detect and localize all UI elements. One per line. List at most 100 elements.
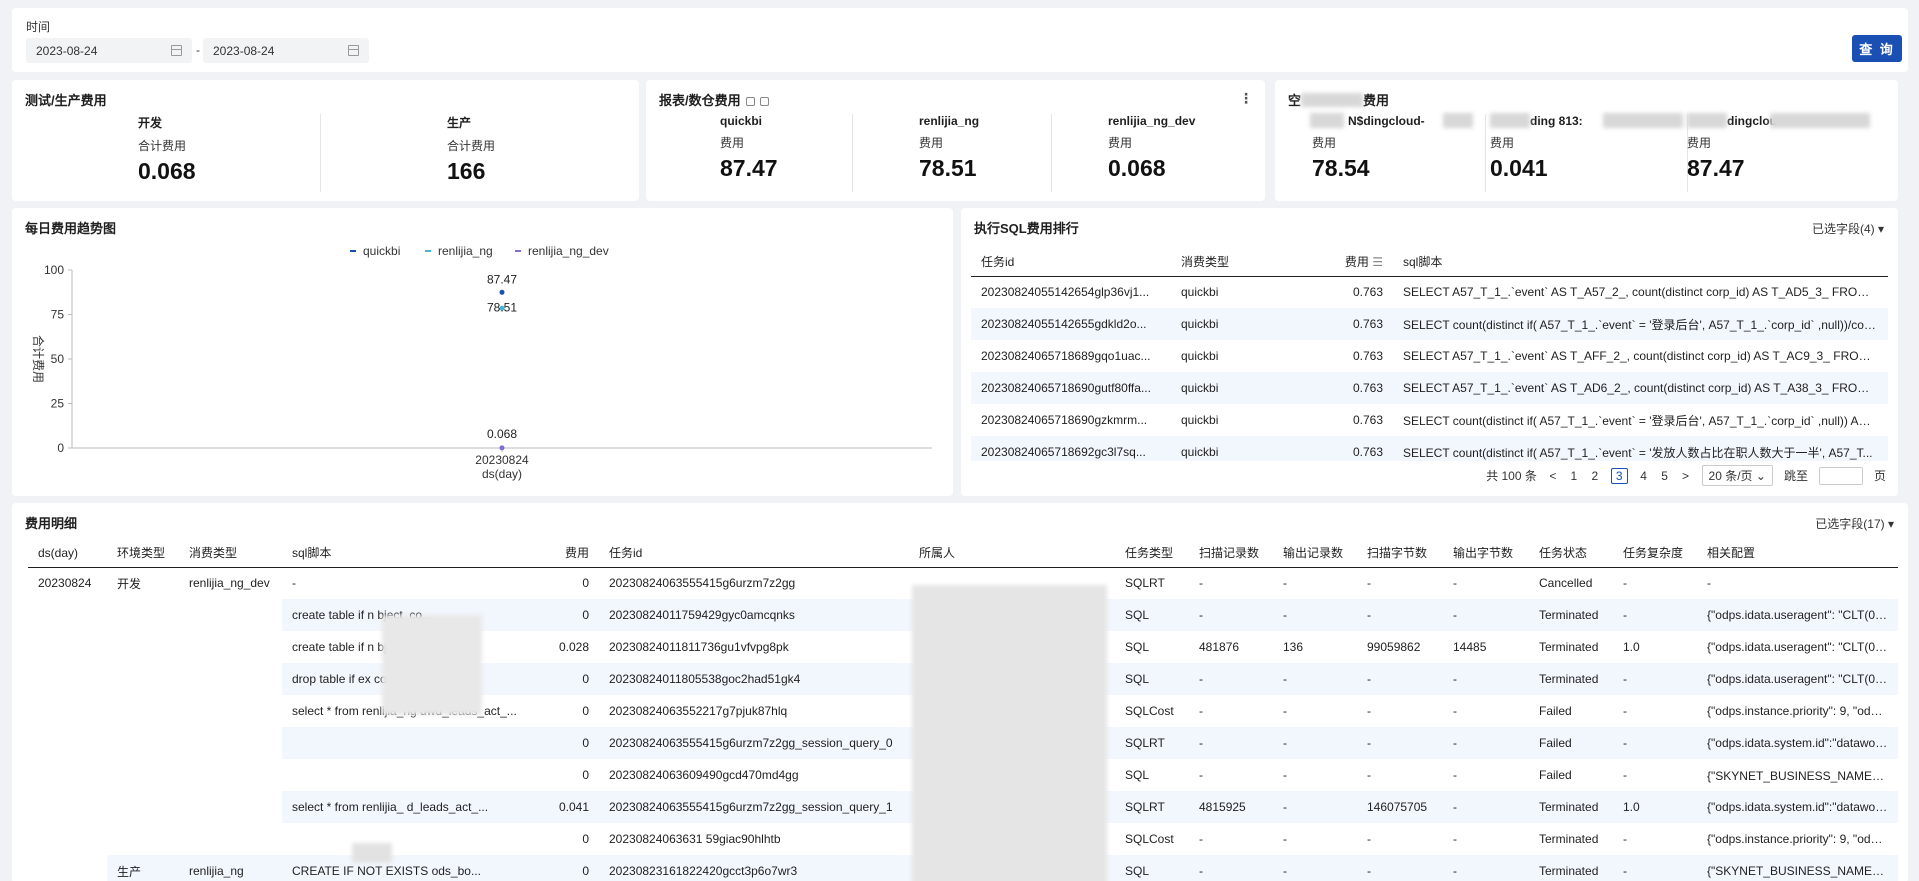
ranking-table-wrapper[interactable]: 任务id 消费类型 费用 ☰ sql脚本 20230824055142654gl… [971,248,1888,461]
pagination-page-2[interactable]: 2 [1590,469,1600,483]
column-header[interactable]: 任务id [971,248,1171,277]
table-cell: SQLRT [1115,727,1189,759]
column-header[interactable]: 消费类型 [179,539,282,568]
field-select-dropdown[interactable]: 已选字段(4) ▾ [1812,220,1884,237]
column-header[interactable]: 任务类型 [1115,539,1189,568]
caret-down-icon: ▾ [1877,222,1884,236]
column-header[interactable]: 相关配置 [1697,539,1898,568]
table-cell: {"odps.idata.useragent": "CLT(0.43... [1697,663,1898,695]
query-button[interactable]: 查 询 [1852,35,1902,62]
table-row[interactable]: 20230824065718689gqo1uac... quickbi 0.763 S… [971,340,1888,372]
column-header[interactable]: sql脚本 [282,539,539,568]
table-cell: quickbi [1171,436,1303,461]
legend-label[interactable]: renlijia_ng_dev [528,244,609,258]
end-date-input[interactable]: 2023-08-24 [203,38,369,63]
table-cell: {"odps.idata.useragent": "CLT(0.43... [1707,640,1898,654]
y-axis-title: 合计费用 [31,335,46,383]
pagination-prev-button[interactable]: < [1548,469,1558,483]
column-header[interactable]: 任务id [599,539,909,568]
column-header[interactable]: sql脚本 [1393,248,1888,277]
daily-cost-trend-chart: quickbi renlijia_ng renlijia_ng_dev 0 25 50 7… [31,244,932,481]
column-header[interactable]: 环境类型 [107,539,179,568]
page-size-select[interactable]: 20 条/页 ⌄ [1701,465,1773,486]
table-cell [28,759,107,791]
table-row[interactable]: 20230824055142655gdkld2o... quickbi 0.763 S… [971,308,1888,340]
table-cell: quickbi [1181,285,1219,300]
table-cell: - [1189,663,1273,695]
table-cell [28,599,107,631]
table-cell: 20230824063609490gcd470md4gg [609,768,799,782]
table-cell: Failed [1539,768,1572,782]
column-header[interactable]: ds(day) [28,539,107,568]
account-cost-title: 空 费用 [1288,90,1389,109]
table-row[interactable]: 20230824065718690gutf80ffa... quickbi 0.76… [971,372,1888,404]
table-cell: SQLRT [1115,791,1189,823]
table-cell: SQLCost [1125,704,1174,718]
table-cell [179,791,282,823]
column-header[interactable]: 任务复杂度 [1613,539,1697,568]
table-cell [28,631,107,663]
table-cell: 20230824063555415g6urzm7z2gg [609,576,796,591]
redacted-block [1490,113,1530,128]
date-separator: - [196,43,200,57]
table-cell: 20230824065718690gzkmrm... [981,413,1148,427]
metric-name: 开发 [138,116,163,130]
table-cell: quickbi [1181,413,1219,427]
table-cell: - [1623,768,1627,782]
column-header[interactable]: 输出字节数 [1443,539,1529,568]
table-row[interactable]: 20230824055142654glp36vj1... quickbi 0.763… [971,276,1888,308]
data-point[interactable] [499,445,505,451]
metric-prod: 生产 合计费用 166 [447,114,495,185]
column-header[interactable]: 扫描记录数 [1189,539,1273,568]
table-row[interactable]: 20230824065718692gc3l7sq... quickbi 0.763 S… [971,436,1888,461]
column-header[interactable]: 所属人 [909,539,1115,568]
column-header[interactable]: 消费类型 [1171,248,1303,277]
metric-name: 生产 [447,116,472,130]
table-cell: 0.763 [1303,372,1393,404]
column-header[interactable]: 费用 [539,539,599,568]
table-cell: - [1273,855,1357,881]
start-date-input[interactable]: 2023-08-24 [26,38,192,63]
column-header[interactable]: 任务状态 [1529,539,1613,568]
metric-label: 费用 [1490,136,1515,150]
metric-quickbi: quickbi 费用 87.47 [720,114,778,182]
redacted-block [352,843,392,863]
caret-down-icon: ▾ [1887,517,1894,531]
table-cell: - [1199,704,1203,718]
daily-cost-trend-card: 每日费用趋势图 quickbi renlijia_ng renlijia_ng_de… [12,208,953,496]
pagination-page-4[interactable]: 4 [1639,469,1649,483]
account-cost-title-prefix: 空 [1288,93,1302,108]
legend-label[interactable]: renlijia_ng [438,244,493,258]
data-point[interactable] [499,289,505,295]
table-cell: 146075705 [1357,791,1443,823]
table-cell: - [1199,576,1203,591]
table-cell [28,855,107,881]
jump-page-input[interactable] [1818,466,1863,485]
table-cell: {"SKYNET_BUSINESS_NAME": "人... [1707,768,1898,783]
table-row[interactable]: 20230824065718690gzkmrm... quickbi 0.763 SE… [971,404,1888,436]
table-cell: Failed [1539,704,1572,718]
table-cell [107,631,179,663]
table-cell: - [1367,576,1371,591]
pagination-page-3[interactable]: 3 [1610,467,1628,484]
table-cell: - [1283,704,1287,718]
table-header-row: 任务id 消费类型 费用 ☰ sql脚本 [971,248,1888,277]
more-options-icon[interactable]: ⋮ [1239,90,1253,107]
sort-icon[interactable]: ☰ [1372,255,1383,269]
column-header[interactable]: 输出记录数 [1273,539,1357,568]
pagination-page-5[interactable]: 5 [1660,469,1670,483]
metric-label: 费用 [1312,136,1337,150]
field-select-dropdown[interactable]: 已选字段(17) ▾ [1815,515,1894,532]
legend-label[interactable]: quickbi [363,244,400,258]
column-header[interactable]: 费用 ☰ [1303,248,1393,277]
copy-icon[interactable] [759,97,769,106]
x-tick-label: 20230824 [475,453,529,467]
table-cell: SELECT A57_T_1_.`event` AS T_A57_2_, cou… [1403,285,1885,300]
table-cell: renlijia_ng [179,855,282,881]
column-header[interactable]: 扫描字节数 [1357,539,1443,568]
pagination-next-button[interactable]: > [1681,469,1691,483]
link-icon[interactable] [745,97,755,106]
metric-name: renlijia_ng_dev [1108,114,1196,128]
pagination-page-1[interactable]: 1 [1569,469,1579,483]
table-cell: - [1613,855,1697,881]
